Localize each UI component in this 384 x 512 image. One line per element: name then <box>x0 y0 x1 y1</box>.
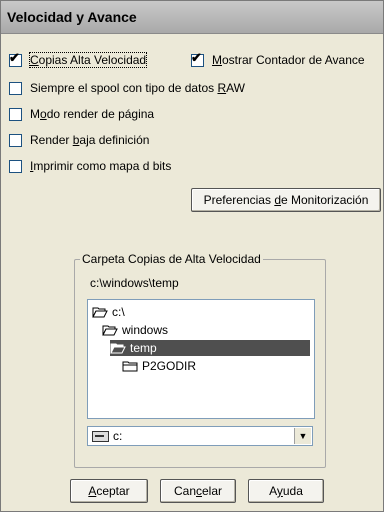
folder-node-c[interactable]: c:\ <box>92 304 125 320</box>
checkbox-box[interactable] <box>9 81 22 95</box>
cancelar-button[interactable]: Cancelar <box>160 479 236 503</box>
spool-raw-label: Siempre el spool con tipo de datos RAW <box>30 81 245 95</box>
mnemonic-c: C <box>30 53 39 67</box>
label-rest: elar <box>202 484 223 498</box>
button-label: Aceptar <box>88 484 129 498</box>
ayuda-button[interactable]: Ayuda <box>248 479 324 503</box>
folder-node-windows[interactable]: windows <box>102 322 168 338</box>
folder-node-p2godir[interactable]: P2GODIR <box>122 358 196 374</box>
label-rest: mprimir como mapa d bits <box>33 159 172 173</box>
dropdown-arrow-icon[interactable]: ▼ <box>294 428 311 444</box>
copias-alta-velocidad-label: Copias Alta Velocidad <box>28 52 148 68</box>
label-part: M <box>30 107 40 121</box>
open-folder-icon <box>92 307 108 318</box>
mnemonic-o: o <box>40 107 47 121</box>
label-part: Siempre el spool con tipo de datos <box>30 81 218 95</box>
drive-value: c: <box>113 429 123 443</box>
button-label: Cancelar <box>174 484 222 498</box>
dialog-title: Velocidad y Avance <box>7 9 137 25</box>
folder-node-label: temp <box>130 341 157 355</box>
checkbox-box[interactable] <box>9 133 22 147</box>
check-mark-icon: ✔ <box>9 49 20 65</box>
preferencias-monitorizacion-button[interactable]: Preferencias de Monitorización <box>191 188 381 212</box>
checkbox-box[interactable]: ✔ <box>9 49 22 67</box>
mnemonic-d: d <box>274 193 281 207</box>
mostrar-contador-label: Mostrar Contador de Avance <box>212 53 365 67</box>
label-rest: uda <box>282 484 303 498</box>
folder-node-label: c:\ <box>112 305 125 319</box>
folder-node-label: P2GODIR <box>142 359 197 373</box>
checkbox-box[interactable]: ✔ <box>191 49 204 67</box>
render-baja-label: Render baja definición <box>30 133 149 147</box>
title-bar: Velocidad y Avance <box>1 1 383 34</box>
copias-alta-velocidad-checkbox[interactable]: ✔ Copias Alta Velocidad <box>9 49 148 68</box>
label-part: Can <box>173 484 196 498</box>
open-folder-icon <box>110 343 126 354</box>
label-rest: opias Alta Velocidad <box>38 53 147 67</box>
check-mark-icon: ✔ <box>191 49 202 65</box>
checkbox-box[interactable] <box>9 159 22 173</box>
label-rest: ceptar <box>96 484 130 498</box>
label-rest: do render de página <box>46 107 155 121</box>
spool-raw-checkbox[interactable]: Siempre el spool con tipo de datos RAW <box>9 80 245 96</box>
mnemonic-r: R <box>217 81 227 95</box>
current-path-text: c:\windows\temp <box>90 276 179 290</box>
label-rest: AW <box>226 81 246 95</box>
button-label: Ayuda <box>269 484 303 498</box>
folder-node-temp[interactable]: temp <box>110 340 310 356</box>
mnemonic-m: M <box>212 53 222 67</box>
checkbox-box[interactable] <box>9 107 22 121</box>
drive-select[interactable]: c: ▼ <box>87 426 313 446</box>
closed-folder-icon <box>122 361 138 372</box>
folder-tree[interactable]: c:\ windows temp P2GODIR <box>87 299 315 419</box>
label-rest: ostrar Contador de Avance <box>222 53 365 67</box>
folder-node-label: windows <box>122 323 169 337</box>
modo-render-label: Modo render de página <box>30 107 154 121</box>
imprimir-mapa-label: Imprimir como mapa d bits <box>30 159 171 173</box>
imprimir-mapa-checkbox[interactable]: Imprimir como mapa d bits <box>9 158 171 174</box>
label-part: Render <box>30 133 73 147</box>
button-label: Preferencias de Monitorización <box>204 193 369 207</box>
label-rest: aja definición <box>79 133 150 147</box>
label-rest: e Monitorización <box>281 193 369 207</box>
render-baja-checkbox[interactable]: Render baja definición <box>9 132 149 148</box>
mostrar-contador-checkbox[interactable]: ✔ Mostrar Contador de Avance <box>191 49 365 68</box>
modo-render-checkbox[interactable]: Modo render de página <box>9 106 154 122</box>
label-part: Preferencias <box>203 193 275 207</box>
carpeta-copias-group-label: Carpeta Copias de Alta Velocidad <box>80 252 263 266</box>
label-part: A <box>269 484 277 498</box>
drive-icon <box>92 431 109 442</box>
velocidad-avance-dialog: Velocidad y Avance ✔ Copias Alta Velocid… <box>0 0 384 512</box>
open-folder-icon <box>102 325 118 336</box>
aceptar-button[interactable]: Aceptar <box>70 479 148 503</box>
